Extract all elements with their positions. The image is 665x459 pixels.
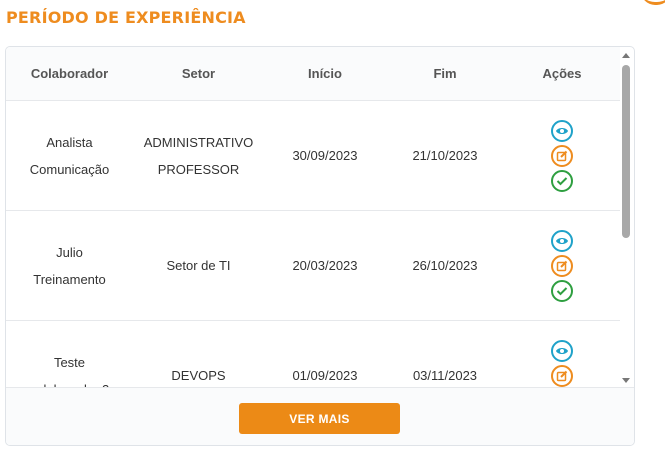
table-row: Julio Treinamento Setor de TI 20/03/2023… — [6, 211, 620, 321]
end-date-cell: 03/11/2023 — [412, 368, 478, 383]
table-header: Colaborador Setor Início Fim Ações — [6, 47, 620, 101]
approve-button[interactable] — [551, 279, 573, 302]
edit-button[interactable] — [551, 144, 573, 167]
edit-button[interactable] — [551, 254, 573, 277]
sector-line: DEVOPS — [171, 368, 226, 383]
card-footer: VER MAIS — [6, 387, 634, 445]
collaborator-line: Comunicação — [29, 161, 110, 177]
collaborator-cell: Julio Treinamento — [6, 239, 133, 293]
approve-button[interactable] — [551, 169, 573, 192]
sector-line: Setor de TI — [166, 258, 231, 273]
edit-icon — [556, 150, 568, 161]
start-date-cell: 20/03/2023 — [292, 258, 358, 273]
collaborator-line: Analista — [46, 134, 93, 150]
column-header-collaborator: Colaborador — [30, 66, 109, 81]
check-icon — [556, 176, 568, 185]
eye-icon — [556, 237, 568, 244]
end-date-cell: 26/10/2023 — [412, 258, 478, 273]
sector-cell: Setor de TI — [133, 252, 264, 279]
collaborator-cell: Analista Comunicação — [6, 129, 133, 183]
actions-cell — [504, 339, 620, 388]
actions-cell — [504, 119, 620, 192]
view-button[interactable] — [551, 119, 573, 142]
check-icon — [556, 286, 568, 295]
column-header-sector: Setor — [181, 66, 216, 81]
column-header-start: Início — [308, 66, 342, 81]
vertical-scrollbar[interactable] — [621, 47, 631, 387]
eye-icon — [556, 127, 568, 134]
scrollbar-thumb[interactable] — [622, 65, 630, 238]
table-row: Teste colaborador 2 DEVOPS 01/09/2023 03… — [6, 321, 620, 387]
eye-icon — [556, 347, 568, 354]
sector-cell: DEVOPS — [133, 362, 264, 387]
column-header-actions: Ações — [542, 66, 582, 81]
table-row: Analista Comunicação ADMINISTRATIVO PROF… — [6, 101, 620, 211]
sector-line: ADMINISTRATIVO — [143, 134, 254, 150]
scroll-up-arrow-icon[interactable] — [622, 53, 630, 58]
view-button[interactable] — [551, 229, 573, 252]
experience-table-card: Colaborador Setor Início Fim Ações Anali… — [5, 46, 635, 446]
actions-cell — [504, 229, 620, 302]
edit-icon — [556, 260, 568, 271]
end-date-cell: 21/10/2023 — [412, 148, 478, 163]
page-title: PERÍODO DE EXPERIÊNCIA — [6, 8, 246, 27]
sector-cell: ADMINISTRATIVO PROFESSOR — [133, 129, 264, 183]
scroll-down-arrow-icon[interactable] — [622, 378, 630, 383]
edit-button[interactable] — [551, 364, 573, 387]
collaborator-line: Teste — [53, 354, 86, 370]
start-date-cell: 01/09/2023 — [292, 368, 358, 383]
corner-decoration — [641, 0, 665, 5]
edit-icon — [556, 370, 568, 381]
collaborator-line: Julio — [56, 244, 83, 260]
table-scroll-area[interactable]: Colaborador Setor Início Fim Ações Anali… — [6, 47, 620, 387]
collaborator-cell: Teste colaborador 2 — [6, 349, 133, 388]
start-date-cell: 30/09/2023 — [292, 148, 358, 163]
collaborator-line: Treinamento — [33, 271, 106, 287]
see-more-button[interactable]: VER MAIS — [239, 403, 400, 434]
sector-line: PROFESSOR — [157, 161, 240, 177]
column-header-end: Fim — [433, 66, 457, 81]
view-button[interactable] — [551, 339, 573, 362]
collaborator-line: colaborador 2 — [6, 376, 133, 388]
